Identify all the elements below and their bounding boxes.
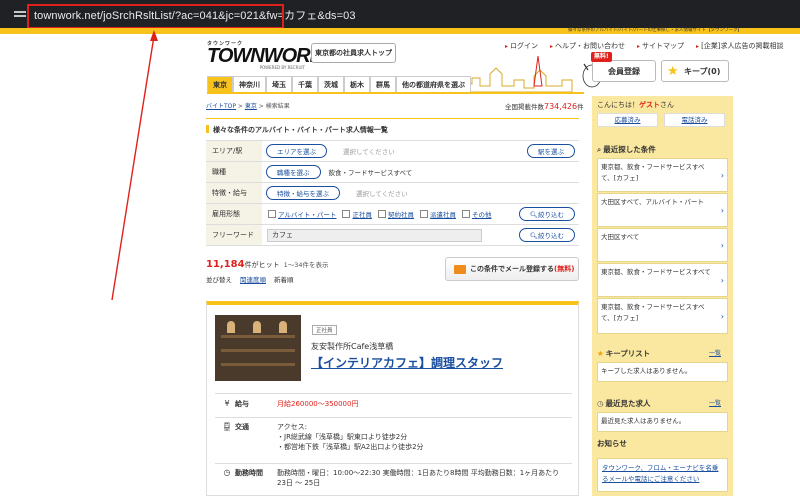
annotation-arrow xyxy=(111,30,158,301)
